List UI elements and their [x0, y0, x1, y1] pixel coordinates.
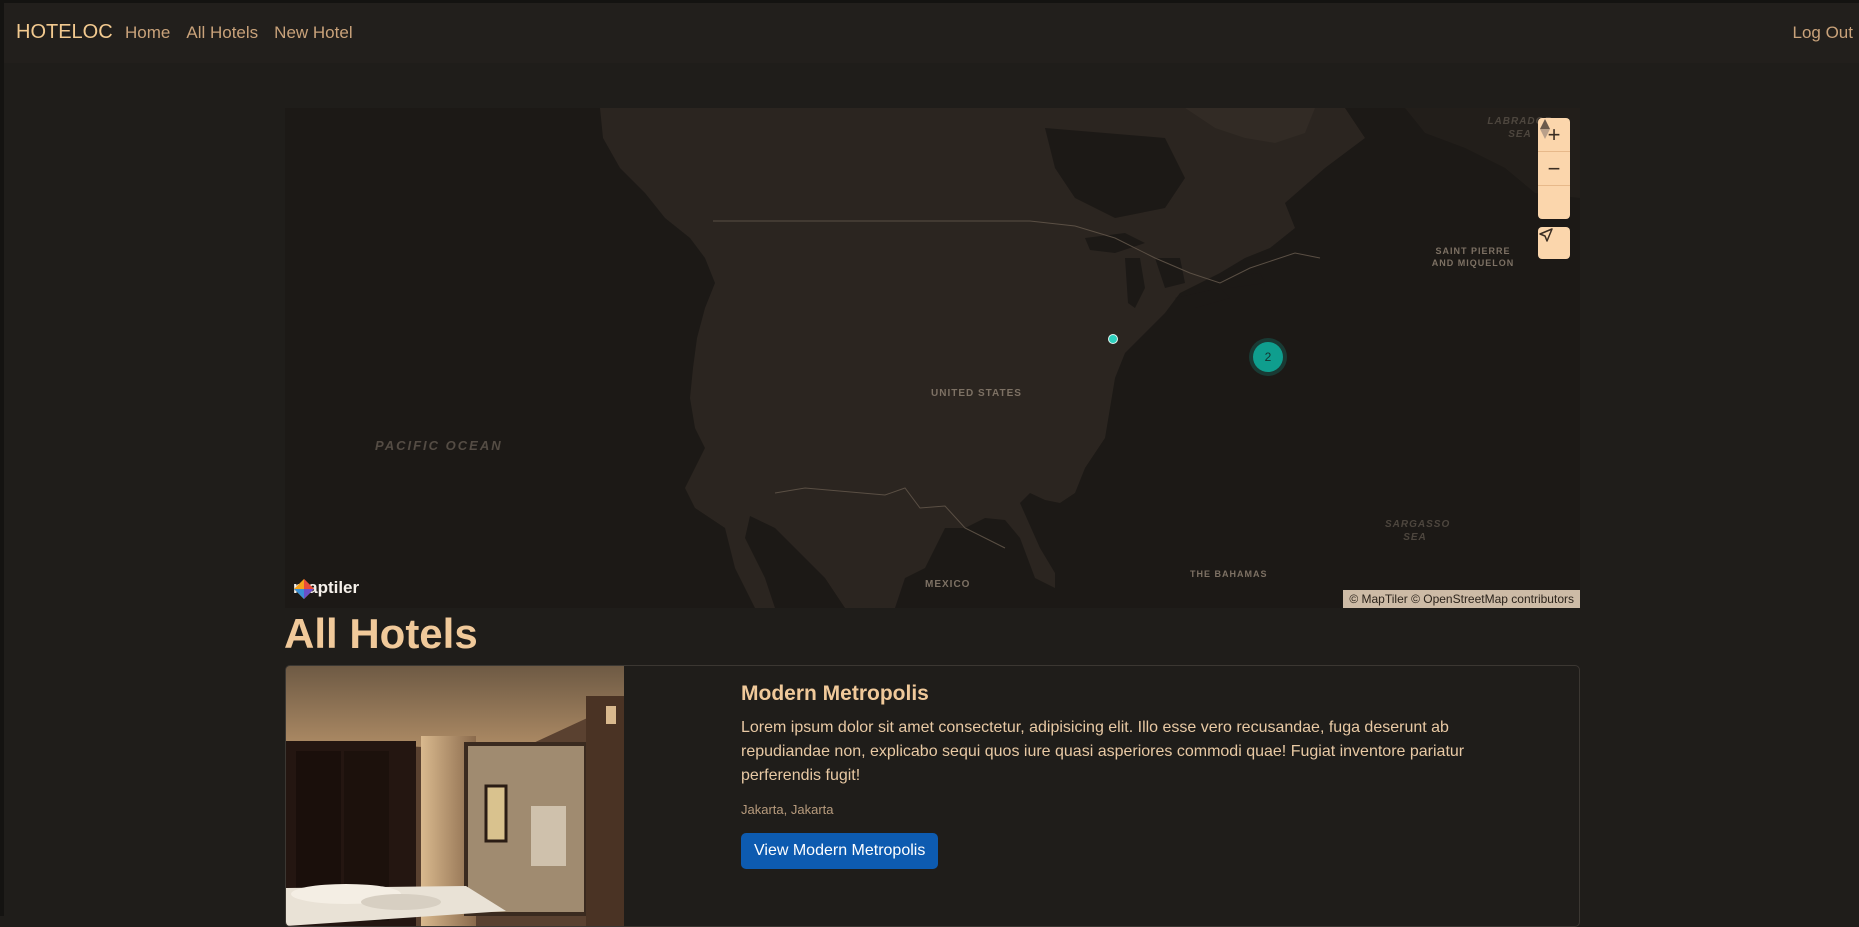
navigation-arrow-icon [1539, 228, 1553, 242]
nav-links: Home All Hotels New Hotel [125, 23, 353, 43]
map-attribution[interactable]: © MapTiler © OpenStreetMap contributors [1343, 590, 1580, 608]
hotel-description: Lorem ipsum dolor sit amet consectetur, … [741, 719, 1465, 784]
compass-icon [1540, 119, 1550, 139]
brand-logo[interactable]: HOTELOC [16, 21, 113, 44]
logout-link[interactable]: Log Out [1793, 23, 1854, 43]
label-united-states: UNITED STATES [931, 388, 1022, 399]
zoom-out-button[interactable]: − [1538, 152, 1570, 186]
view-hotel-button[interactable]: View Modern Metropolis [741, 833, 939, 869]
label-the-bahamas: THE BAHAMAS [1190, 569, 1268, 579]
hotel-card: Modern Metropolis Lorem ipsum dolor sit … [285, 665, 1580, 927]
nav-link-home[interactable]: Home [125, 23, 170, 43]
geolocate-button[interactable] [1538, 227, 1570, 259]
navbar: HOTELOC Home All Hotels New Hotel Log Ou… [4, 3, 1859, 63]
label-pacific-ocean: PACIFIC OCEAN [375, 438, 503, 453]
maptiler-logo-icon [294, 579, 314, 599]
nav-link-new-hotel[interactable]: New Hotel [274, 23, 352, 43]
hotel-card-body: Modern Metropolis Lorem ipsum dolor sit … [741, 682, 1541, 869]
hotel-image [286, 666, 624, 926]
hotel-marker[interactable] [1108, 334, 1118, 344]
nav-link-all-hotels[interactable]: All Hotels [186, 23, 258, 43]
label-saint-pierre: SAINT PIERRE AND MIQUELON [1431, 246, 1515, 268]
hotel-cluster-marker[interactable]: 2 [1253, 342, 1283, 372]
hotel-title: Modern Metropolis [741, 682, 929, 705]
window-left-edge [0, 0, 4, 916]
cluster-map[interactable]: PACIFIC OCEAN UNITED STATES MEXICO THE B… [285, 108, 1580, 608]
label-mexico: MEXICO [925, 579, 971, 590]
label-sargasso-sea: SARGASSO SEA [1385, 519, 1451, 543]
compass-button[interactable] [1538, 119, 1570, 219]
page-title: All Hotels [284, 610, 478, 657]
maptiler-logo[interactable]: maptiler [293, 578, 359, 599]
map-zoom-controls: + − [1538, 118, 1570, 219]
hotel-location: Jakarta, Jakarta [741, 802, 834, 817]
